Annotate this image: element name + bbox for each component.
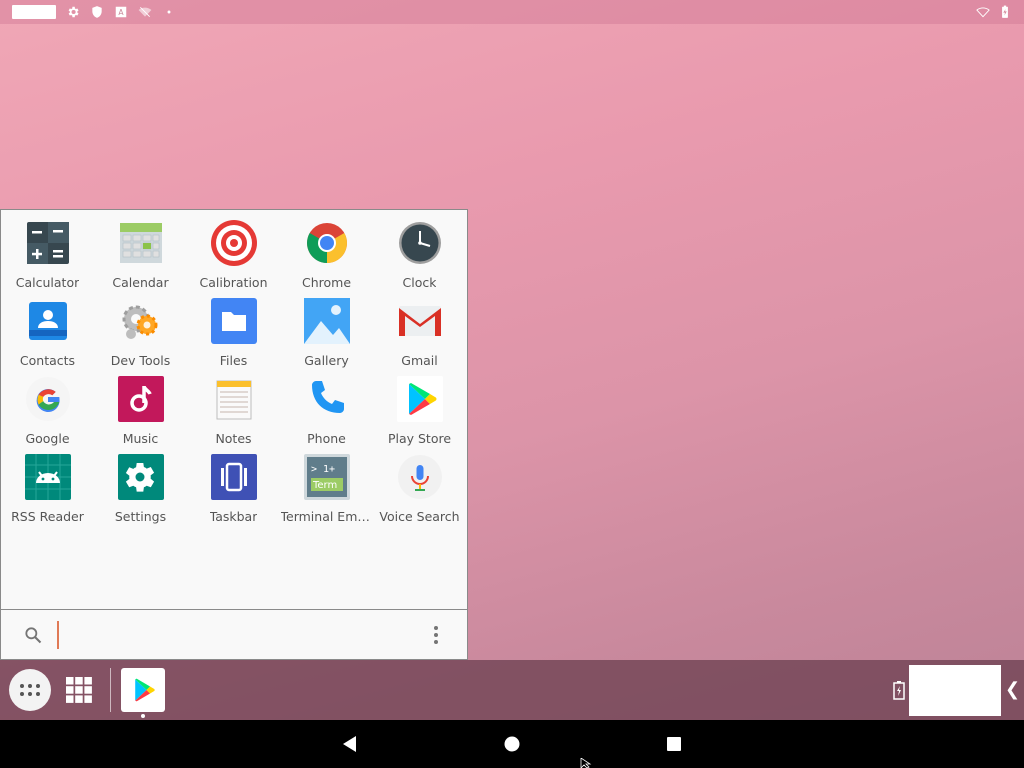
app-label: Voice Search bbox=[379, 509, 460, 524]
app-label: Chrome bbox=[301, 275, 352, 290]
app-label: Play Store bbox=[387, 431, 452, 446]
terminal-icon-prompt: > 1+ bbox=[311, 464, 335, 475]
app-label: Gmail bbox=[401, 353, 438, 368]
dot-icon bbox=[162, 5, 176, 19]
search-icon[interactable] bbox=[23, 625, 43, 645]
voice-search-icon bbox=[396, 453, 444, 501]
app-label: Music bbox=[122, 431, 159, 446]
more-options-icon[interactable] bbox=[433, 625, 439, 645]
app-taskbar[interactable]: Taskbar bbox=[187, 450, 280, 528]
music-icon bbox=[117, 375, 165, 423]
search-input[interactable] bbox=[57, 620, 397, 649]
app-label: Google bbox=[25, 431, 70, 446]
settings-icon bbox=[66, 5, 80, 19]
app-label: Gallery bbox=[304, 353, 349, 368]
taskbar: ❮ bbox=[0, 660, 1024, 720]
chrome-icon bbox=[303, 219, 351, 267]
svg-text:A: A bbox=[118, 8, 124, 17]
app-settings[interactable]: Settings bbox=[94, 450, 187, 528]
start-menu: Calculator Calendar Calibration Chrome C… bbox=[0, 209, 468, 660]
app-label: Files bbox=[219, 353, 248, 368]
status-bar: A bbox=[0, 0, 1024, 24]
app-voice-search[interactable]: Voice Search bbox=[373, 450, 466, 528]
app-label: Notes bbox=[215, 431, 252, 446]
running-indicator bbox=[141, 714, 145, 718]
app-calendar[interactable]: Calendar bbox=[94, 216, 187, 294]
taskbar-divider bbox=[110, 668, 111, 712]
recents-button[interactable] bbox=[664, 734, 684, 754]
play-store-icon bbox=[135, 678, 155, 702]
contacts-icon bbox=[24, 297, 72, 345]
app-label: Calculator bbox=[15, 275, 80, 290]
gmail-icon bbox=[396, 297, 444, 345]
app-label: Settings bbox=[114, 509, 167, 524]
calculator-icon bbox=[24, 219, 72, 267]
battery-icon bbox=[998, 5, 1012, 19]
mouse-cursor-icon bbox=[580, 758, 592, 768]
app-contacts[interactable]: Contacts bbox=[1, 294, 94, 372]
settings-icon bbox=[117, 453, 165, 501]
app-gmail[interactable]: Gmail bbox=[373, 294, 466, 372]
app-calculator[interactable]: Calculator bbox=[1, 216, 94, 294]
app-notes[interactable]: Notes bbox=[187, 372, 280, 450]
app-label: Calendar bbox=[112, 275, 169, 290]
app-rss-reader[interactable]: RSS Reader bbox=[1, 450, 94, 528]
window-grid-icon[interactable] bbox=[65, 676, 93, 704]
app-label: Contacts bbox=[19, 353, 76, 368]
app-clock[interactable]: Clock bbox=[373, 216, 466, 294]
shield-icon bbox=[90, 5, 104, 19]
app-grid: Calculator Calendar Calibration Chrome C… bbox=[1, 216, 467, 528]
taskbar-icon bbox=[210, 453, 258, 501]
calibration-icon bbox=[210, 219, 258, 267]
search-bar bbox=[1, 609, 467, 659]
system-tray-clock[interactable] bbox=[909, 665, 1001, 716]
app-files[interactable]: Files bbox=[187, 294, 280, 372]
back-button[interactable] bbox=[340, 734, 360, 754]
app-gallery[interactable]: Gallery bbox=[280, 294, 373, 372]
rss-reader-icon bbox=[24, 453, 72, 501]
app-label: Dev Tools bbox=[110, 353, 171, 368]
collapse-arrow-icon[interactable]: ❮ bbox=[1005, 678, 1020, 702]
app-label: RSS Reader bbox=[11, 509, 84, 524]
gallery-icon bbox=[303, 297, 351, 345]
app-label: Clock bbox=[402, 275, 437, 290]
wifi-off-icon bbox=[138, 5, 152, 19]
keyboard-a-icon: A bbox=[114, 5, 128, 19]
phone-icon bbox=[303, 375, 351, 423]
start-menu-button[interactable] bbox=[9, 669, 51, 711]
app-label: Terminal Emu... bbox=[280, 509, 373, 524]
google-icon bbox=[24, 375, 72, 423]
app-terminal-emulator[interactable]: > 1+ Term Terminal Emu... bbox=[280, 450, 373, 528]
clock-icon bbox=[396, 219, 444, 267]
terminal-icon-term: Term bbox=[312, 480, 337, 491]
app-music[interactable]: Music bbox=[94, 372, 187, 450]
home-button[interactable] bbox=[502, 734, 522, 754]
app-label: Phone bbox=[307, 431, 346, 446]
status-clock bbox=[12, 5, 56, 19]
battery-charging-icon bbox=[893, 681, 905, 700]
app-label: Calibration bbox=[199, 275, 268, 290]
navigation-bar bbox=[0, 720, 1024, 768]
dev-tools-icon bbox=[117, 297, 165, 345]
files-icon bbox=[210, 297, 258, 345]
app-calibration[interactable]: Calibration bbox=[187, 216, 280, 294]
app-google[interactable]: Google bbox=[1, 372, 94, 450]
notes-icon bbox=[210, 375, 258, 423]
calendar-icon bbox=[117, 219, 165, 267]
taskbar-app-play-store[interactable] bbox=[121, 668, 165, 712]
terminal-icon: > 1+ Term bbox=[303, 453, 351, 501]
wifi-icon bbox=[976, 5, 990, 19]
app-label: Taskbar bbox=[209, 509, 258, 524]
app-phone[interactable]: Phone bbox=[280, 372, 373, 450]
app-chrome[interactable]: Chrome bbox=[280, 216, 373, 294]
app-drawer-icon bbox=[20, 684, 40, 696]
app-play-store[interactable]: Play Store bbox=[373, 372, 466, 450]
play-store-icon bbox=[396, 375, 444, 423]
app-dev-tools[interactable]: Dev Tools bbox=[94, 294, 187, 372]
